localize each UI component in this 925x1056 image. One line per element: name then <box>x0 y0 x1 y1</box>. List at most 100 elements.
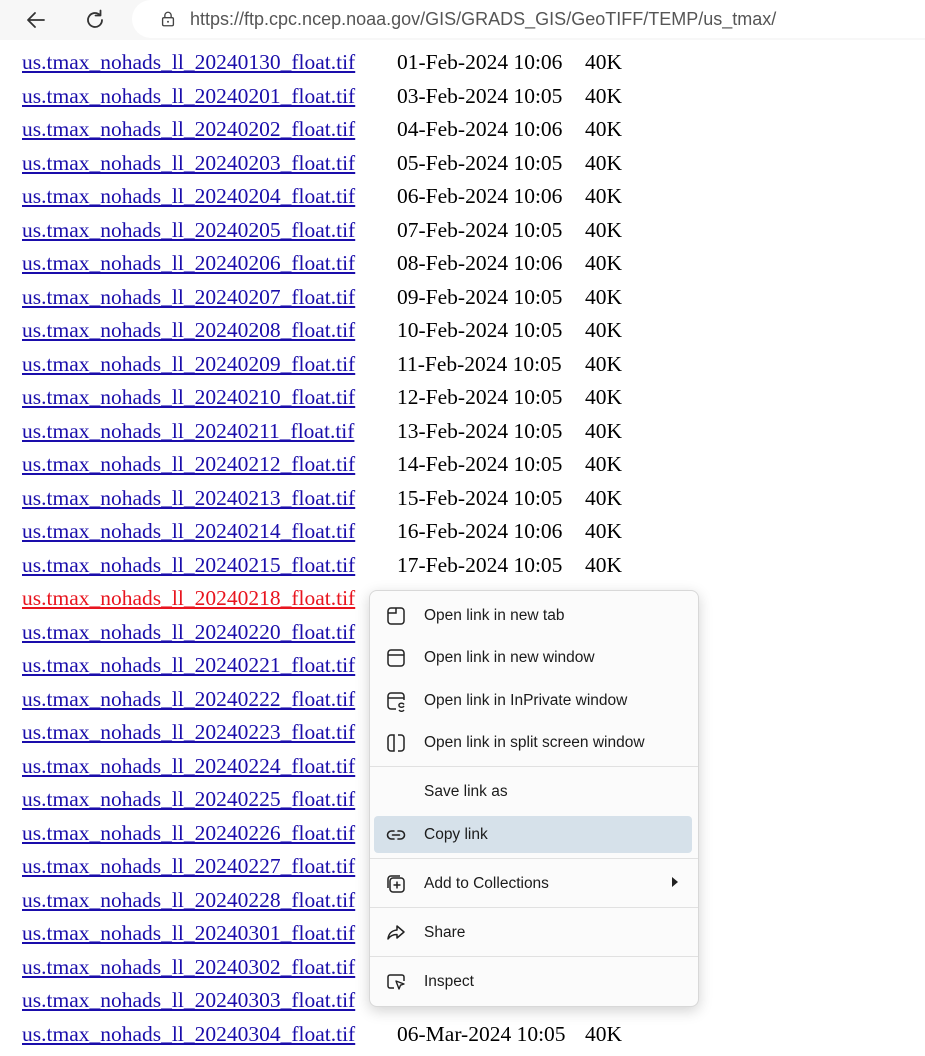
file-link[interactable]: us.tmax_nohads_ll_20240208_float.tif <box>22 318 397 343</box>
file-size: 40K <box>585 251 623 276</box>
menu-item-add-to-collections[interactable]: Add to Collections <box>374 865 692 902</box>
file-size: 40K <box>585 452 623 477</box>
file-link[interactable]: us.tmax_nohads_ll_20240203_float.tif <box>22 151 397 176</box>
file-link[interactable]: us.tmax_nohads_ll_20240202_float.tif <box>22 117 397 142</box>
file-size: 40K <box>585 184 623 209</box>
refresh-icon <box>87 9 103 28</box>
file-size: 40K <box>585 318 623 343</box>
file-link[interactable]: us.tmax_nohads_ll_20240205_float.tif <box>22 218 397 243</box>
menu-item-inspect[interactable]: Inspect <box>374 963 692 1000</box>
file-link[interactable]: us.tmax_nohads_ll_20240226_float.tif <box>22 821 397 846</box>
file-link[interactable]: us.tmax_nohads_ll_20240204_float.tif <box>22 184 397 209</box>
listing-row: us.tmax_nohads_ll_20240304_float.tif 06-M… <box>22 1018 922 1052</box>
menu-item-copy-link[interactable]: Copy link <box>374 816 692 853</box>
file-link[interactable]: us.tmax_nohads_ll_20240225_float.tif <box>22 787 397 812</box>
file-link[interactable]: us.tmax_nohads_ll_20240224_float.tif <box>22 754 397 779</box>
menu-item-label: Open link in new tab <box>424 606 565 624</box>
listing-row: us.tmax_nohads_ll_20240212_float.tif 14-F… <box>22 448 922 482</box>
file-size: 40K <box>585 284 623 309</box>
menu-item-share[interactable]: Share <box>374 914 692 951</box>
refresh-button[interactable] <box>79 4 111 36</box>
file-link[interactable]: us.tmax_nohads_ll_20240304_float.tif <box>22 1022 397 1047</box>
menu-item-open-new-tab[interactable]: Open link in new tab <box>374 597 692 634</box>
listing-row: us.tmax_nohads_ll_20240204_float.tif 06-F… <box>22 180 922 214</box>
file-link[interactable]: us.tmax_nohads_ll_20240201_float.tif <box>22 84 397 109</box>
listing-row: us.tmax_nohads_ll_20240210_float.tif 12-F… <box>22 381 922 415</box>
back-arrow-icon <box>27 12 45 28</box>
address-bar[interactable]: https://ftp.cpc.ncep.noaa.gov/GIS/GRADS_… <box>132 0 925 38</box>
file-link[interactable]: us.tmax_nohads_ll_20240301_float.tif <box>22 921 397 946</box>
new-tab-icon <box>384 604 408 628</box>
file-date: 06-Feb-2024 10:06 <box>397 184 563 209</box>
file-size: 40K <box>585 50 623 75</box>
file-link[interactable]: us.tmax_nohads_ll_20240223_float.tif <box>22 720 397 745</box>
browser-toolbar: https://ftp.cpc.ncep.noaa.gov/GIS/GRADS_… <box>0 0 925 40</box>
collections-icon <box>384 872 408 896</box>
lock-icon[interactable] <box>158 9 178 29</box>
file-date: 05-Feb-2024 10:05 <box>397 150 563 175</box>
menu-item-label: Save link as <box>424 782 508 800</box>
file-size: 40K <box>585 1021 623 1046</box>
file-link[interactable]: us.tmax_nohads_ll_20240214_float.tif <box>22 519 397 544</box>
menu-item-open-inprivate[interactable]: Open link in InPrivate window <box>374 682 692 719</box>
split-screen-icon <box>384 731 408 755</box>
menu-item-label: Share <box>424 923 466 941</box>
file-link[interactable]: us.tmax_nohads_ll_20240130_float.tif <box>22 50 397 75</box>
file-date: 14-Feb-2024 10:05 <box>397 452 563 477</box>
menu-item-label: Open link in split screen window <box>424 733 645 751</box>
file-link[interactable]: us.tmax_nohads_ll_20240215_float.tif <box>22 553 397 578</box>
file-link[interactable]: us.tmax_nohads_ll_20240220_float.tif <box>22 620 397 645</box>
file-size: 40K <box>585 83 623 108</box>
menu-separator <box>370 956 698 957</box>
file-link[interactable]: us.tmax_nohads_ll_20240206_float.tif <box>22 251 397 276</box>
share-icon <box>384 921 408 945</box>
file-size: 40K <box>585 385 623 410</box>
file-size: 40K <box>585 552 623 577</box>
context-menu: Open link in new tab Open link in new wi… <box>369 590 699 1007</box>
file-link[interactable]: us.tmax_nohads_ll_20240212_float.tif <box>22 452 397 477</box>
inprivate-window-icon <box>384 689 408 713</box>
file-link[interactable]: us.tmax_nohads_ll_20240302_float.tif <box>22 955 397 980</box>
menu-item-label: Add to Collections <box>424 874 549 892</box>
file-link[interactable]: us.tmax_nohads_ll_20240303_float.tif <box>22 988 397 1013</box>
file-link[interactable]: us.tmax_nohads_ll_20240211_float.tif <box>22 419 397 444</box>
file-link[interactable]: us.tmax_nohads_ll_20240222_float.tif <box>22 687 397 712</box>
link-icon <box>384 823 408 847</box>
listing-row: us.tmax_nohads_ll_20240206_float.tif 08-F… <box>22 247 922 281</box>
file-size: 40K <box>585 117 623 142</box>
new-window-icon <box>384 646 408 670</box>
submenu-arrow-icon <box>672 877 678 887</box>
file-link[interactable]: us.tmax_nohads_ll_20240209_float.tif <box>22 352 397 377</box>
listing-row: us.tmax_nohads_ll_20240211_float.tif 13-F… <box>22 415 922 449</box>
listing-row: us.tmax_nohads_ll_20240213_float.tif 15-F… <box>22 482 922 516</box>
menu-item-open-new-window[interactable]: Open link in new window <box>374 639 692 676</box>
file-date: 09-Feb-2024 10:05 <box>397 284 563 309</box>
url-text[interactable]: https://ftp.cpc.ncep.noaa.gov/GIS/GRADS_… <box>190 9 776 30</box>
file-date: 16-Feb-2024 10:06 <box>397 519 563 544</box>
file-link[interactable]: us.tmax_nohads_ll_20240207_float.tif <box>22 285 397 310</box>
file-link[interactable]: us.tmax_nohads_ll_20240227_float.tif <box>22 854 397 879</box>
file-date: 04-Feb-2024 10:06 <box>397 117 563 142</box>
listing-row: us.tmax_nohads_ll_20240207_float.tif 09-F… <box>22 281 922 315</box>
file-date: 07-Feb-2024 10:05 <box>397 217 563 242</box>
listing-row: us.tmax_nohads_ll_20240130_float.tif 01-F… <box>22 46 922 80</box>
menu-item-open-split-screen[interactable]: Open link in split screen window <box>374 724 692 761</box>
file-link[interactable]: us.tmax_nohads_ll_20240210_float.tif <box>22 385 397 410</box>
menu-item-label: Open link in new window <box>424 648 595 666</box>
listing-row: us.tmax_nohads_ll_20240209_float.tif 11-F… <box>22 348 922 382</box>
back-button[interactable] <box>20 4 52 36</box>
file-date: 13-Feb-2024 10:05 <box>397 418 563 443</box>
file-link[interactable]: us.tmax_nohads_ll_20240221_float.tif <box>22 653 397 678</box>
file-link[interactable]: us.tmax_nohads_ll_20240213_float.tif <box>22 486 397 511</box>
file-date: 01-Feb-2024 10:06 <box>397 50 563 75</box>
file-date: 11-Feb-2024 10:05 <box>397 351 562 376</box>
listing-row: us.tmax_nohads_ll_20240205_float.tif 07-F… <box>22 214 922 248</box>
file-link[interactable]: us.tmax_nohads_ll_20240228_float.tif <box>22 888 397 913</box>
file-size: 40K <box>585 217 623 242</box>
menu-item-save-link-as[interactable]: Save link as <box>374 773 692 810</box>
menu-item-label: Copy link <box>424 825 488 843</box>
listing-row: us.tmax_nohads_ll_20240203_float.tif 05-F… <box>22 147 922 181</box>
file-date: 03-Feb-2024 10:05 <box>397 83 563 108</box>
file-link[interactable]: us.tmax_nohads_ll_20240218_float.tif <box>22 586 397 611</box>
listing-row: us.tmax_nohads_ll_20240215_float.tif 17-F… <box>22 549 922 583</box>
